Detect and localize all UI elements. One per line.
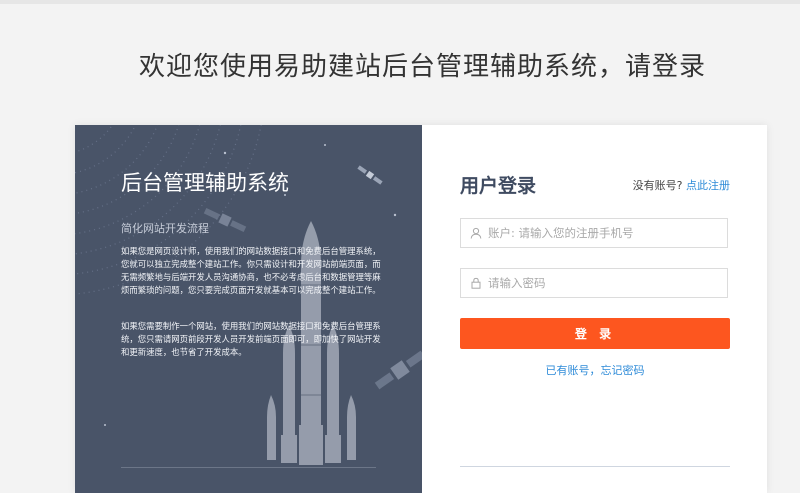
top-bar: [0, 0, 800, 4]
have-account-link[interactable]: 已有账号: [546, 364, 590, 377]
login-title: 用户登录: [460, 175, 537, 197]
no-account-text: 没有账号?: [632, 179, 683, 192]
link-separator: ，: [589, 364, 601, 377]
user-icon: [470, 227, 482, 239]
panel-divider: [121, 467, 376, 468]
forgot-password-link[interactable]: 忘记密码: [601, 364, 645, 377]
login-card: 后台管理辅助系统 简化网站开发流程 如果您是网页设计师，使用我们的网站数据接口和…: [75, 125, 767, 493]
panel-subtitle: 简化网站开发流程: [121, 222, 209, 235]
panel-title: 后台管理辅助系统: [121, 171, 289, 195]
intro-panel: 后台管理辅助系统 简化网站开发流程 如果您是网页设计师，使用我们的网站数据接口和…: [75, 125, 422, 493]
password-input[interactable]: [486, 269, 720, 297]
welcome-heading: 欢迎您使用易助建站后台管理辅助系统，请登录: [138, 52, 706, 82]
login-button[interactable]: 登 录: [460, 318, 730, 349]
satellite-illustration: [357, 165, 383, 185]
login-panel: 用户登录 没有账号? 点此注册 登 录: [422, 125, 767, 493]
lock-icon: [470, 277, 482, 289]
intro-paragraph-2: 如果您需要制作一个网站，使用我们的网站数据接口和免费后台管理系统，您只需请网页前…: [121, 321, 381, 357]
register-prompt: 没有账号? 点此注册: [633, 177, 730, 193]
login-divider: [460, 466, 730, 467]
intro-paragraph-1: 如果您是网页设计师，使用我们的网站数据接口和免费后台管理系统，您就可以独立完成整…: [121, 246, 381, 295]
register-link[interactable]: 点此注册: [686, 179, 730, 192]
account-links: 已有账号，忘记密码: [460, 362, 730, 378]
phone-input[interactable]: [486, 219, 720, 247]
password-field: [460, 268, 728, 298]
phone-field: [460, 218, 728, 248]
